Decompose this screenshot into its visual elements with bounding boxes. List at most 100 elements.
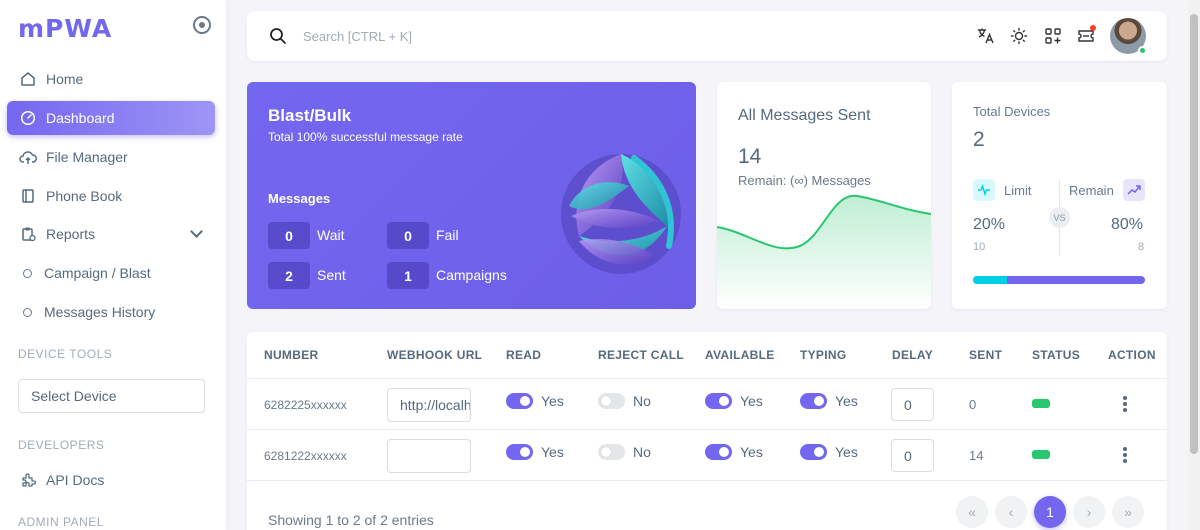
sidebar-item-reports[interactable]: Reports	[7, 217, 215, 251]
typing-toggle[interactable]	[800, 444, 827, 460]
sidebar-subitem-label: Campaign / Blast	[44, 265, 151, 281]
apps-grid-icon[interactable]	[1044, 27, 1062, 45]
remain-count: 8	[1138, 241, 1145, 253]
cell-number: 6281222xxxxxx	[264, 449, 347, 463]
section-label-developers: DEVELOPERS	[18, 438, 105, 452]
pagination-first-button[interactable]: «	[956, 496, 988, 528]
campaigns-count: 1	[387, 262, 429, 289]
pulse-icon	[973, 179, 995, 201]
th-delay: DELAY	[892, 348, 934, 362]
page-scrollbar[interactable]	[1188, 0, 1200, 530]
devices-value: 2	[973, 128, 985, 151]
section-label-device-tools: DEVICE TOOLS	[18, 347, 113, 361]
trending-up-icon	[1123, 179, 1145, 201]
pagination-page-button[interactable]: 1	[1034, 496, 1066, 528]
all-messages-sent-card: All Messages Sent 14 Remain: (∞) Message…	[717, 82, 931, 309]
available-toggle[interactable]	[705, 393, 732, 409]
circle-icon	[23, 307, 32, 317]
wait-count: 0	[268, 222, 310, 249]
fail-count: 0	[387, 222, 429, 249]
notification-dot	[1090, 25, 1096, 31]
online-status-dot	[1138, 46, 1147, 55]
devices-table-card: NUMBER WEBHOOK URL READ REJECT CALL AVAI…	[247, 332, 1167, 530]
total-devices-card: Total Devices 2 Limit Remain 20% 80% 10 …	[952, 82, 1167, 309]
pagination-next-button[interactable]: ›	[1073, 496, 1105, 528]
sidebar-subitem-campaign[interactable]: Campaign / Blast	[7, 256, 215, 290]
status-badge	[1032, 450, 1050, 459]
more-vertical-icon[interactable]	[1123, 447, 1127, 463]
sidebar-item-label: Reports	[46, 226, 96, 242]
cloud-upload-icon	[19, 148, 37, 166]
sidebar-item-api-docs[interactable]: API Docs	[7, 463, 215, 497]
remain-label: Remain	[1069, 183, 1114, 198]
limit-percent: 20%	[973, 216, 1006, 233]
reject-call-label: No	[633, 393, 651, 409]
th-number: NUMBER	[264, 348, 319, 362]
messages-label: Messages	[268, 191, 331, 206]
th-sent: SENT	[969, 348, 1003, 362]
webhook-url-input[interactable]	[387, 439, 471, 473]
read-label: Yes	[541, 393, 564, 409]
sidebar-item-home[interactable]: Home	[7, 62, 215, 96]
th-typing: TYPING	[800, 348, 847, 362]
row-divider	[247, 378, 1167, 379]
sidebar-collapse-button[interactable]	[193, 16, 211, 34]
sidebar-item-file-manager[interactable]: File Manager	[7, 140, 215, 174]
delay-input[interactable]: 0	[891, 439, 934, 472]
sidebar-subitem-label: Messages History	[44, 304, 156, 320]
th-reject-call: REJECT CALL	[598, 348, 684, 362]
entries-info: Showing 1 to 2 of 2 entries	[268, 512, 434, 528]
reject-call-toggle[interactable]	[598, 393, 625, 409]
blast-title: Blast/Bulk	[268, 106, 352, 125]
chevron-down-icon	[190, 225, 203, 238]
sidebar-subitem-messages-history[interactable]: Messages History	[7, 295, 215, 329]
remain-percent: 80%	[1111, 216, 1144, 233]
row-divider	[247, 480, 1167, 481]
th-available: AVAILABLE	[705, 348, 775, 362]
pagination-prev-button[interactable]: ‹	[995, 496, 1027, 528]
webhook-url-input[interactable]: http://localhost	[387, 388, 471, 422]
limit-label: Limit	[1004, 183, 1032, 198]
available-toggle[interactable]	[705, 444, 732, 460]
delay-input[interactable]: 0	[891, 388, 934, 421]
circle-icon	[23, 268, 32, 278]
th-status: STATUS	[1032, 348, 1081, 362]
sparkline-area	[717, 195, 931, 309]
devices-progress-bar	[973, 276, 1145, 284]
brand[interactable]: mPWA	[18, 14, 112, 43]
sidebar-item-label: API Docs	[46, 472, 105, 488]
devices-progress-fill	[973, 276, 1008, 284]
fail-label: Fail	[436, 227, 459, 243]
clipboard-icon	[19, 225, 37, 243]
translate-icon[interactable]	[977, 27, 995, 45]
sent-card-title: All Messages Sent	[738, 107, 871, 124]
section-label-admin-panel: ADMIN PANEL	[18, 515, 104, 529]
read-toggle[interactable]	[506, 393, 533, 409]
book-icon	[19, 187, 37, 205]
typing-label: Yes	[835, 393, 858, 409]
decorative-sphere-illustration	[561, 154, 681, 274]
sidebar-item-dashboard[interactable]: Dashboard	[7, 101, 215, 135]
select-device-dropdown[interactable]: Select Device	[18, 379, 205, 413]
cell-sent: 0	[969, 397, 977, 412]
search-icon[interactable]	[269, 27, 287, 50]
sent-card-value: 14	[738, 145, 762, 168]
puzzle-icon	[19, 471, 37, 489]
scrollbar-thumb[interactable]	[1190, 14, 1198, 454]
sidebar-item-label: Home	[46, 71, 84, 87]
read-toggle[interactable]	[506, 444, 533, 460]
sent-count: 2	[268, 262, 310, 289]
sidebar-item-phone-book[interactable]: Phone Book	[7, 179, 215, 213]
sun-icon[interactable]	[1010, 27, 1028, 45]
pagination-last-button[interactable]: »	[1112, 496, 1144, 528]
search-input[interactable]	[303, 25, 703, 47]
typing-toggle[interactable]	[800, 393, 827, 409]
more-vertical-icon[interactable]	[1123, 396, 1127, 412]
sent-sparkline-chart	[717, 194, 931, 309]
avatar[interactable]	[1110, 18, 1147, 55]
sent-label: Sent	[317, 267, 346, 283]
ticket-notification-icon[interactable]	[1077, 25, 1096, 45]
read-label: Yes	[541, 444, 564, 460]
vs-badge: VS	[1049, 207, 1070, 228]
reject-call-toggle[interactable]	[598, 444, 625, 460]
